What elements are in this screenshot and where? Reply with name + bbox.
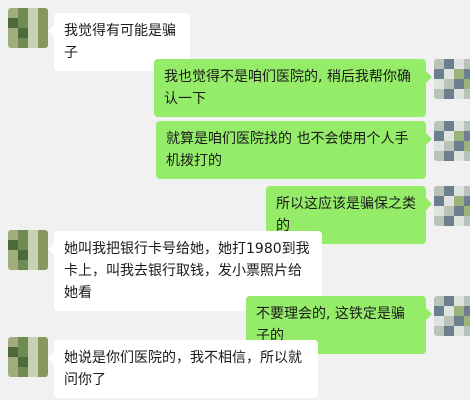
self-avatar[interactable] (434, 296, 470, 336)
contact-avatar[interactable] (8, 8, 48, 48)
message-bubble[interactable]: 她说是你们医院的，我不相信，所以就问你了 (48, 340, 318, 398)
self-avatar[interactable] (434, 121, 470, 161)
contact-avatar[interactable] (8, 230, 48, 270)
message-bubble[interactable]: 我也觉得不是咱们医院的, 稍后我帮你确认一下 (154, 59, 432, 117)
self-avatar[interactable] (434, 59, 470, 99)
message-bubble[interactable]: 就算是咱们医院找的 也不会使用个人手机拨打的 (156, 121, 432, 179)
self-avatar[interactable] (434, 186, 470, 226)
contact-avatar[interactable] (8, 337, 48, 377)
